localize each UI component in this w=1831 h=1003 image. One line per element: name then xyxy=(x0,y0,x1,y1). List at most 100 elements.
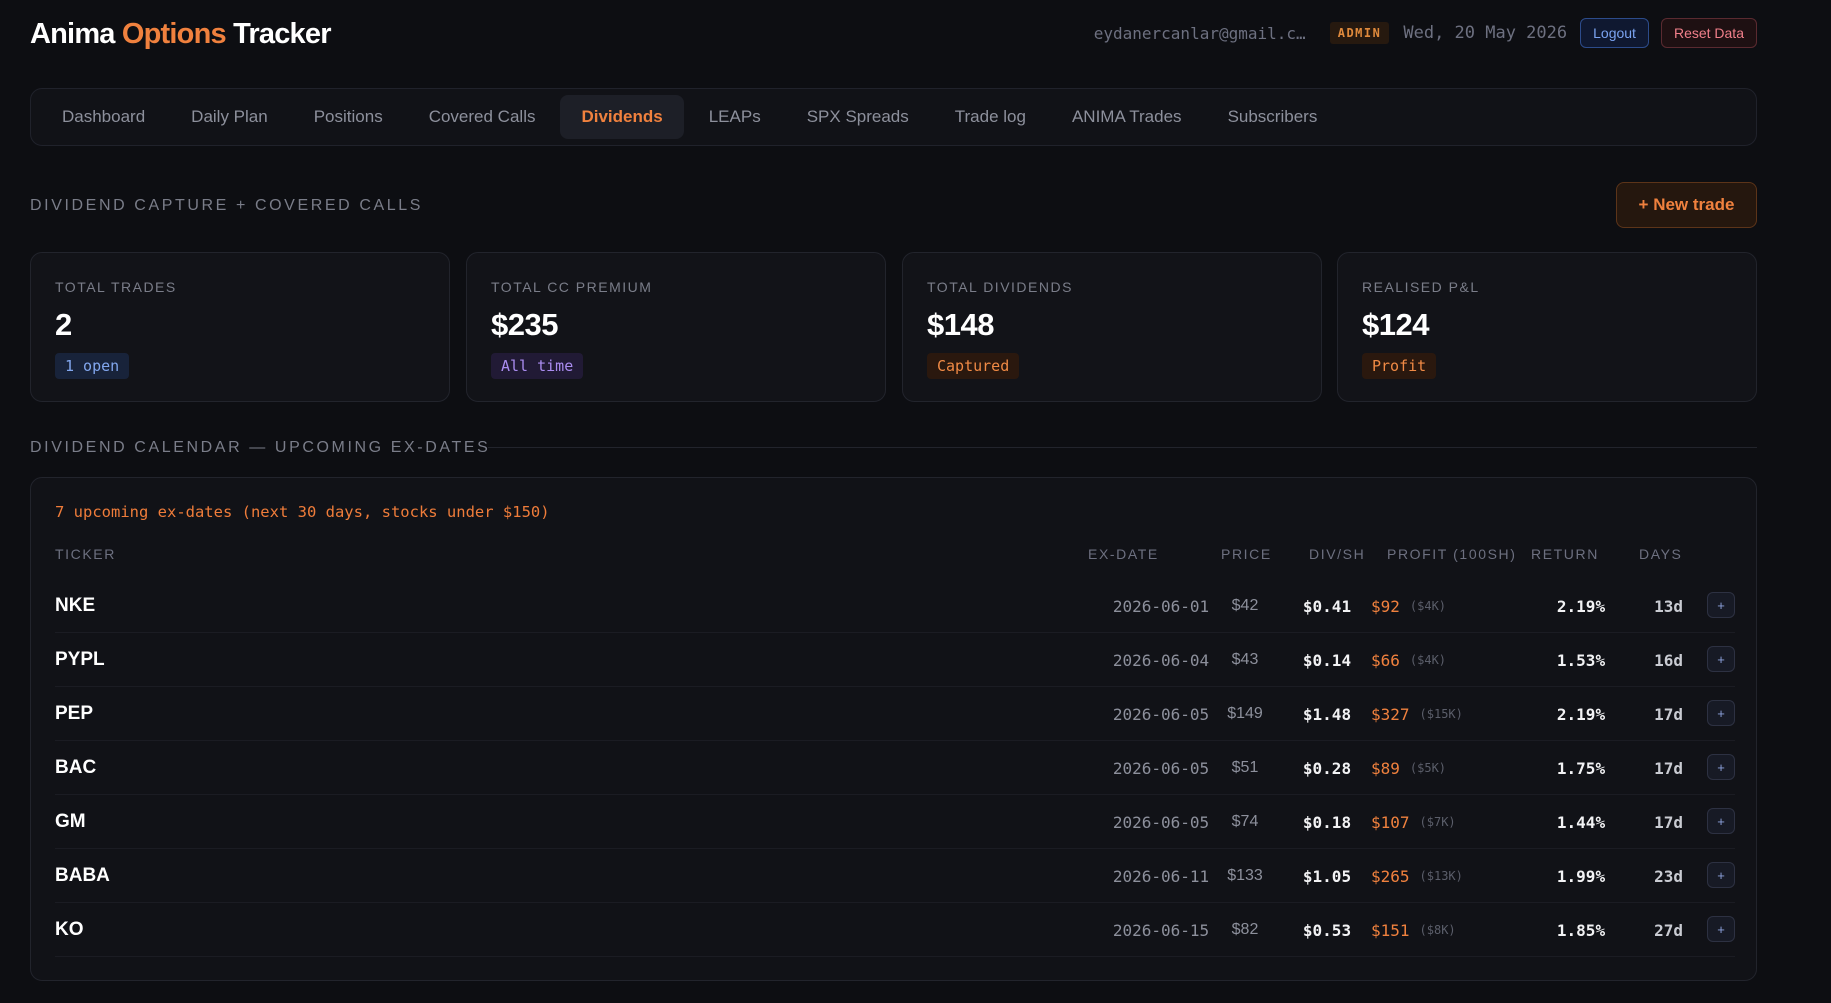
return-cell: 2.19% xyxy=(1556,596,1606,616)
div-per-share-cell: $0.53 xyxy=(1302,920,1352,940)
stat-chip: Profit xyxy=(1362,353,1437,379)
days-cell: 17d xyxy=(1654,812,1683,832)
stat-card-cc-premium: TOTAL CC PREMIUM $235 All time xyxy=(466,252,886,402)
price-cell: $149 xyxy=(1227,705,1263,722)
profit-value: $151 xyxy=(1371,920,1410,940)
tab-positions[interactable]: Positions xyxy=(293,95,404,139)
exdate-cell: 2026-06-04 xyxy=(1112,650,1210,670)
profit-cell: $151 ($8K) xyxy=(1371,903,1561,957)
add-trade-button[interactable]: + xyxy=(1707,754,1735,780)
col-header-days: DAYS xyxy=(1639,546,1683,562)
add-trade-button[interactable]: + xyxy=(1707,916,1735,942)
tab-trade-log[interactable]: Trade log xyxy=(934,95,1047,139)
exdate-cell: 2026-06-01 xyxy=(1112,596,1210,616)
profit-cell: $92 ($4K) xyxy=(1371,579,1561,633)
profit-cell: $66 ($4K) xyxy=(1371,633,1561,687)
capital-note: ($15K) xyxy=(1419,707,1463,721)
tab-dashboard[interactable]: Dashboard xyxy=(41,95,166,139)
header-actions: eydanercanlar@gmail.com ADMIN Wed, 20 Ma… xyxy=(1094,18,1757,48)
add-trade-button[interactable]: + xyxy=(1707,808,1735,834)
ticker-cell: BABA xyxy=(55,865,110,886)
add-trade-button[interactable]: + xyxy=(1707,862,1735,888)
section-title: DIVIDEND CAPTURE + COVERED CALLS xyxy=(30,197,424,214)
div-per-share-cell: $0.41 xyxy=(1302,596,1352,616)
tab-daily-plan[interactable]: Daily Plan xyxy=(170,95,289,139)
return-cell: 1.75% xyxy=(1556,758,1606,778)
app-logo: Anima Options Tracker xyxy=(30,18,332,51)
stat-value: $235 xyxy=(491,307,558,342)
return-cell: 1.99% xyxy=(1556,866,1606,886)
price-cell: $82 xyxy=(1231,921,1259,938)
col-header-profit: PROFIT (100SH) xyxy=(1387,546,1517,562)
exdate-cell: 2026-06-11 xyxy=(1112,866,1210,886)
exdate-cell: 2026-06-05 xyxy=(1112,758,1210,778)
new-trade-button[interactable]: + New trade xyxy=(1616,182,1757,228)
days-cell: 16d xyxy=(1654,650,1683,670)
add-trade-button[interactable]: + xyxy=(1707,646,1735,672)
table-row: PEP 2026-06-05 $149 $1.48 $327 ($15K) 2.1… xyxy=(55,687,1735,741)
col-header-ticker: TICKER xyxy=(55,546,116,562)
tab-spx-spreads[interactable]: SPX Spreads xyxy=(786,95,930,139)
stat-card-dividends: TOTAL DIVIDENDS $148 Captured xyxy=(902,252,1322,402)
capital-note: ($4K) xyxy=(1409,599,1447,613)
tab-subscribers[interactable]: Subscribers xyxy=(1207,95,1339,139)
add-trade-button[interactable]: + xyxy=(1707,592,1735,618)
col-header-return: RETURN xyxy=(1531,546,1599,562)
stat-value: $124 xyxy=(1362,307,1429,342)
tab-dividends[interactable]: Dividends xyxy=(560,95,684,139)
section-divider xyxy=(488,447,1757,448)
return-cell: 1.44% xyxy=(1556,812,1606,832)
days-cell: 17d xyxy=(1654,758,1683,778)
tab-anima-trades[interactable]: ANIMA Trades xyxy=(1051,95,1203,139)
col-header-divsh: DIV/SH xyxy=(1309,546,1366,562)
ticker-cell: PYPL xyxy=(55,649,105,670)
div-per-share-cell: $1.05 xyxy=(1302,866,1352,886)
price-cell: $133 xyxy=(1227,867,1263,884)
tab-covered-calls[interactable]: Covered Calls xyxy=(408,95,557,139)
app-title-part1: Anima xyxy=(30,18,122,50)
table-row: NKE 2026-06-01 $42 $0.41 $92 ($4K) 2.19% … xyxy=(55,579,1735,633)
stat-label: TOTAL DIVIDENDS xyxy=(927,279,1073,295)
stat-card-realised-pl: REALISED P&L $124 Profit xyxy=(1337,252,1757,402)
calendar-title: DIVIDEND CALENDAR — UPCOMING EX-DATES xyxy=(30,439,491,456)
app-title-part2: Tracker xyxy=(225,18,331,50)
days-cell: 13d xyxy=(1654,596,1683,616)
profit-value: $327 xyxy=(1371,704,1410,724)
calendar-notice: 7 upcoming ex-dates (next 30 days, stock… xyxy=(55,503,550,521)
capital-note: ($13K) xyxy=(1419,869,1463,883)
stat-chip: Captured xyxy=(927,353,1020,379)
logout-button[interactable]: Logout xyxy=(1580,18,1649,48)
app-header: Anima Options Tracker eydanercanlar@gmai… xyxy=(30,16,1757,56)
user-email: eydanercanlar@gmail.com xyxy=(1093,23,1312,43)
role-badge: ADMIN xyxy=(1329,22,1390,44)
table-row: BAC 2026-06-05 $51 $0.28 $89 ($5K) 1.75% … xyxy=(55,741,1735,795)
profit-value: $265 xyxy=(1371,866,1410,886)
days-cell: 27d xyxy=(1654,920,1683,940)
ticker-cell: GM xyxy=(55,811,86,832)
stat-card-total-trades: TOTAL TRADES 2 1 open xyxy=(30,252,450,402)
exdate-cell: 2026-06-05 xyxy=(1112,704,1210,724)
table-row: PYPL 2026-06-04 $43 $0.14 $66 ($4K) 1.53%… xyxy=(55,633,1735,687)
price-cell: $43 xyxy=(1231,651,1259,668)
return-cell: 2.19% xyxy=(1556,704,1606,724)
ticker-cell: KO xyxy=(55,919,84,940)
profit-value: $89 xyxy=(1371,758,1400,778)
stat-value: $148 xyxy=(927,307,994,342)
profit-value: $107 xyxy=(1371,812,1410,832)
price-cell: $51 xyxy=(1231,759,1259,776)
exdate-cell: 2026-06-15 xyxy=(1112,920,1210,940)
reset-data-button[interactable]: Reset Data xyxy=(1660,18,1757,48)
profit-cell: $107 ($7K) xyxy=(1371,795,1561,849)
ticker-cell: BAC xyxy=(55,757,97,778)
days-cell: 17d xyxy=(1654,704,1683,724)
tab-leaps[interactable]: LEAPs xyxy=(688,95,782,139)
add-trade-button[interactable]: + xyxy=(1707,700,1735,726)
div-per-share-cell: $0.14 xyxy=(1302,650,1352,670)
table-row: GM 2026-06-05 $74 $0.18 $107 ($7K) 1.44% … xyxy=(55,795,1735,849)
profit-cell: $265 ($13K) xyxy=(1371,849,1561,903)
profit-value: $92 xyxy=(1371,596,1400,616)
current-date: Wed, 20 May 2026 xyxy=(1403,23,1568,43)
days-cell: 23d xyxy=(1654,866,1683,886)
col-header-price: PRICE xyxy=(1221,546,1272,562)
col-header-exdate: EX-DATE xyxy=(1088,546,1159,562)
